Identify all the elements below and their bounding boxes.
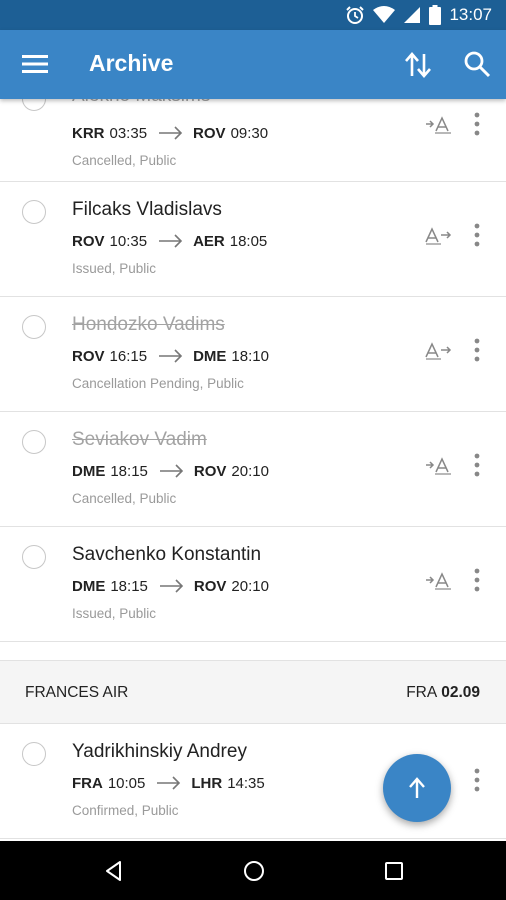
arrow-right-icon (159, 349, 183, 363)
select-radio[interactable] (22, 315, 46, 339)
arrow-right-icon (159, 234, 183, 248)
flight-route: DME 18:15 ROV 20:10 (72, 460, 269, 482)
arrival-time: 20:10 (231, 462, 269, 480)
booking-status: Issued, Public (72, 261, 157, 276)
menu-icon[interactable] (22, 52, 48, 76)
transliterate-icon[interactable] (425, 115, 453, 135)
navigation-bar (0, 841, 506, 900)
destination-code: ROV (193, 462, 227, 480)
booking-row[interactable]: Filcaks Vladislavs ROV 10:35 AER 18:05 I… (0, 182, 506, 297)
transliterate-icon[interactable] (425, 341, 453, 361)
booking-row[interactable]: Hondozko Vadims ROV 16:15 DME 18:10 Canc… (0, 297, 506, 412)
passenger-name: Yadrikhinskiy Andrey (72, 741, 247, 762)
booking-status: Cancellation Pending, Public (72, 376, 244, 391)
select-radio[interactable] (22, 545, 46, 569)
booking-status: Cancelled, Public (72, 153, 177, 168)
status-time: 13:07 (449, 5, 492, 24)
arrival-time: 18:05 (229, 232, 268, 250)
section-date: 02.09 (441, 684, 480, 701)
passenger-name: Seviakov Vadim (72, 429, 207, 450)
arrow-right-icon (157, 776, 181, 790)
app-bar: Archive (0, 30, 506, 99)
select-radio[interactable] (22, 430, 46, 454)
departure-time: 03:35 (109, 124, 148, 142)
booking-status: Cancelled, Public (72, 491, 177, 506)
flight-route: ROV 16:15 DME 18:10 (72, 345, 269, 367)
booking-list[interactable]: Alekno Maksims KRR 03:35 ROV 09:30 Cance… (0, 99, 506, 841)
select-radio[interactable] (22, 200, 46, 224)
arrow-right-icon (159, 464, 184, 478)
section-destination: FRA 02.09 (406, 684, 480, 702)
search-icon[interactable] (462, 49, 492, 79)
destination-code: LHR (191, 774, 223, 792)
transliterate-icon[interactable] (425, 571, 453, 591)
destination-code: DME (193, 347, 227, 365)
sort-icon[interactable] (403, 50, 433, 80)
status-bar: 13:07 (0, 0, 506, 30)
passenger-name: Hondozko Vadims (72, 314, 225, 335)
more-options-icon[interactable] (468, 567, 486, 593)
arrow-right-icon (159, 579, 184, 593)
select-radio[interactable] (22, 742, 46, 766)
booking-row[interactable]: Savchenko Konstantin DME 18:15 ROV 20:10… (0, 527, 506, 642)
departure-time: 16:15 (109, 347, 148, 365)
passenger-name: Alekno Maksims (72, 99, 210, 107)
arrival-time: 20:10 (231, 577, 269, 595)
transliterate-icon[interactable] (425, 226, 453, 246)
passenger-name: Filcaks Vladislavs (72, 199, 222, 220)
departure-time: 18:15 (110, 462, 148, 480)
departure-time: 10:35 (109, 232, 148, 250)
flight-route: DME 18:15 ROV 20:10 (72, 575, 269, 597)
origin-code: FRA (72, 774, 103, 792)
departure-time: 10:05 (107, 774, 146, 792)
wifi-icon (373, 6, 396, 23)
booking-status: Confirmed, Public (72, 803, 179, 818)
select-radio[interactable] (22, 99, 46, 111)
arrow-up-icon (409, 777, 425, 798)
booking-row[interactable]: Seviakov Vadim DME 18:15 ROV 20:10 Cance… (0, 412, 506, 527)
airline-section-header: FRANCES AIR FRA 02.09 (0, 660, 506, 724)
origin-code: DME (72, 577, 106, 595)
origin-code: ROV (72, 232, 105, 250)
arrival-time: 09:30 (230, 124, 269, 142)
origin-code: DME (72, 462, 106, 480)
departure-time: 18:15 (110, 577, 148, 595)
home-icon[interactable] (242, 859, 266, 883)
booking-status: Issued, Public (72, 606, 157, 621)
destination-code: ROV (193, 577, 227, 595)
more-options-icon[interactable] (468, 337, 486, 363)
origin-code: ROV (72, 347, 105, 365)
arrival-time: 14:35 (227, 774, 265, 792)
battery-icon (429, 5, 442, 25)
alarm-icon (346, 6, 365, 24)
back-icon[interactable] (102, 859, 126, 883)
cell-signal-icon (404, 7, 421, 23)
passenger-name: Savchenko Konstantin (72, 544, 262, 565)
more-options-icon[interactable] (468, 222, 486, 248)
section-airport: FRA (406, 684, 438, 701)
destination-code: ROV (193, 124, 226, 142)
flight-route: KRR 03:35 ROV 09:30 (72, 122, 268, 144)
scroll-to-top-button[interactable] (383, 754, 451, 822)
transliterate-icon[interactable] (425, 456, 453, 476)
destination-code: AER (193, 232, 225, 250)
more-options-icon[interactable] (468, 452, 486, 478)
page-title: Archive (89, 50, 174, 76)
booking-row[interactable]: Alekno Maksims KRR 03:35 ROV 09:30 Cance… (0, 99, 506, 182)
arrival-time: 18:10 (231, 347, 269, 365)
flight-route: ROV 10:35 AER 18:05 (72, 230, 267, 252)
airline-name: FRANCES AIR (25, 684, 129, 701)
recents-icon[interactable] (382, 859, 406, 883)
origin-code: KRR (72, 124, 105, 142)
flight-route: FRA 10:05 LHR 14:35 (72, 772, 265, 794)
more-options-icon[interactable] (468, 111, 486, 137)
arrow-right-icon (159, 126, 183, 140)
more-options-icon[interactable] (468, 767, 486, 793)
